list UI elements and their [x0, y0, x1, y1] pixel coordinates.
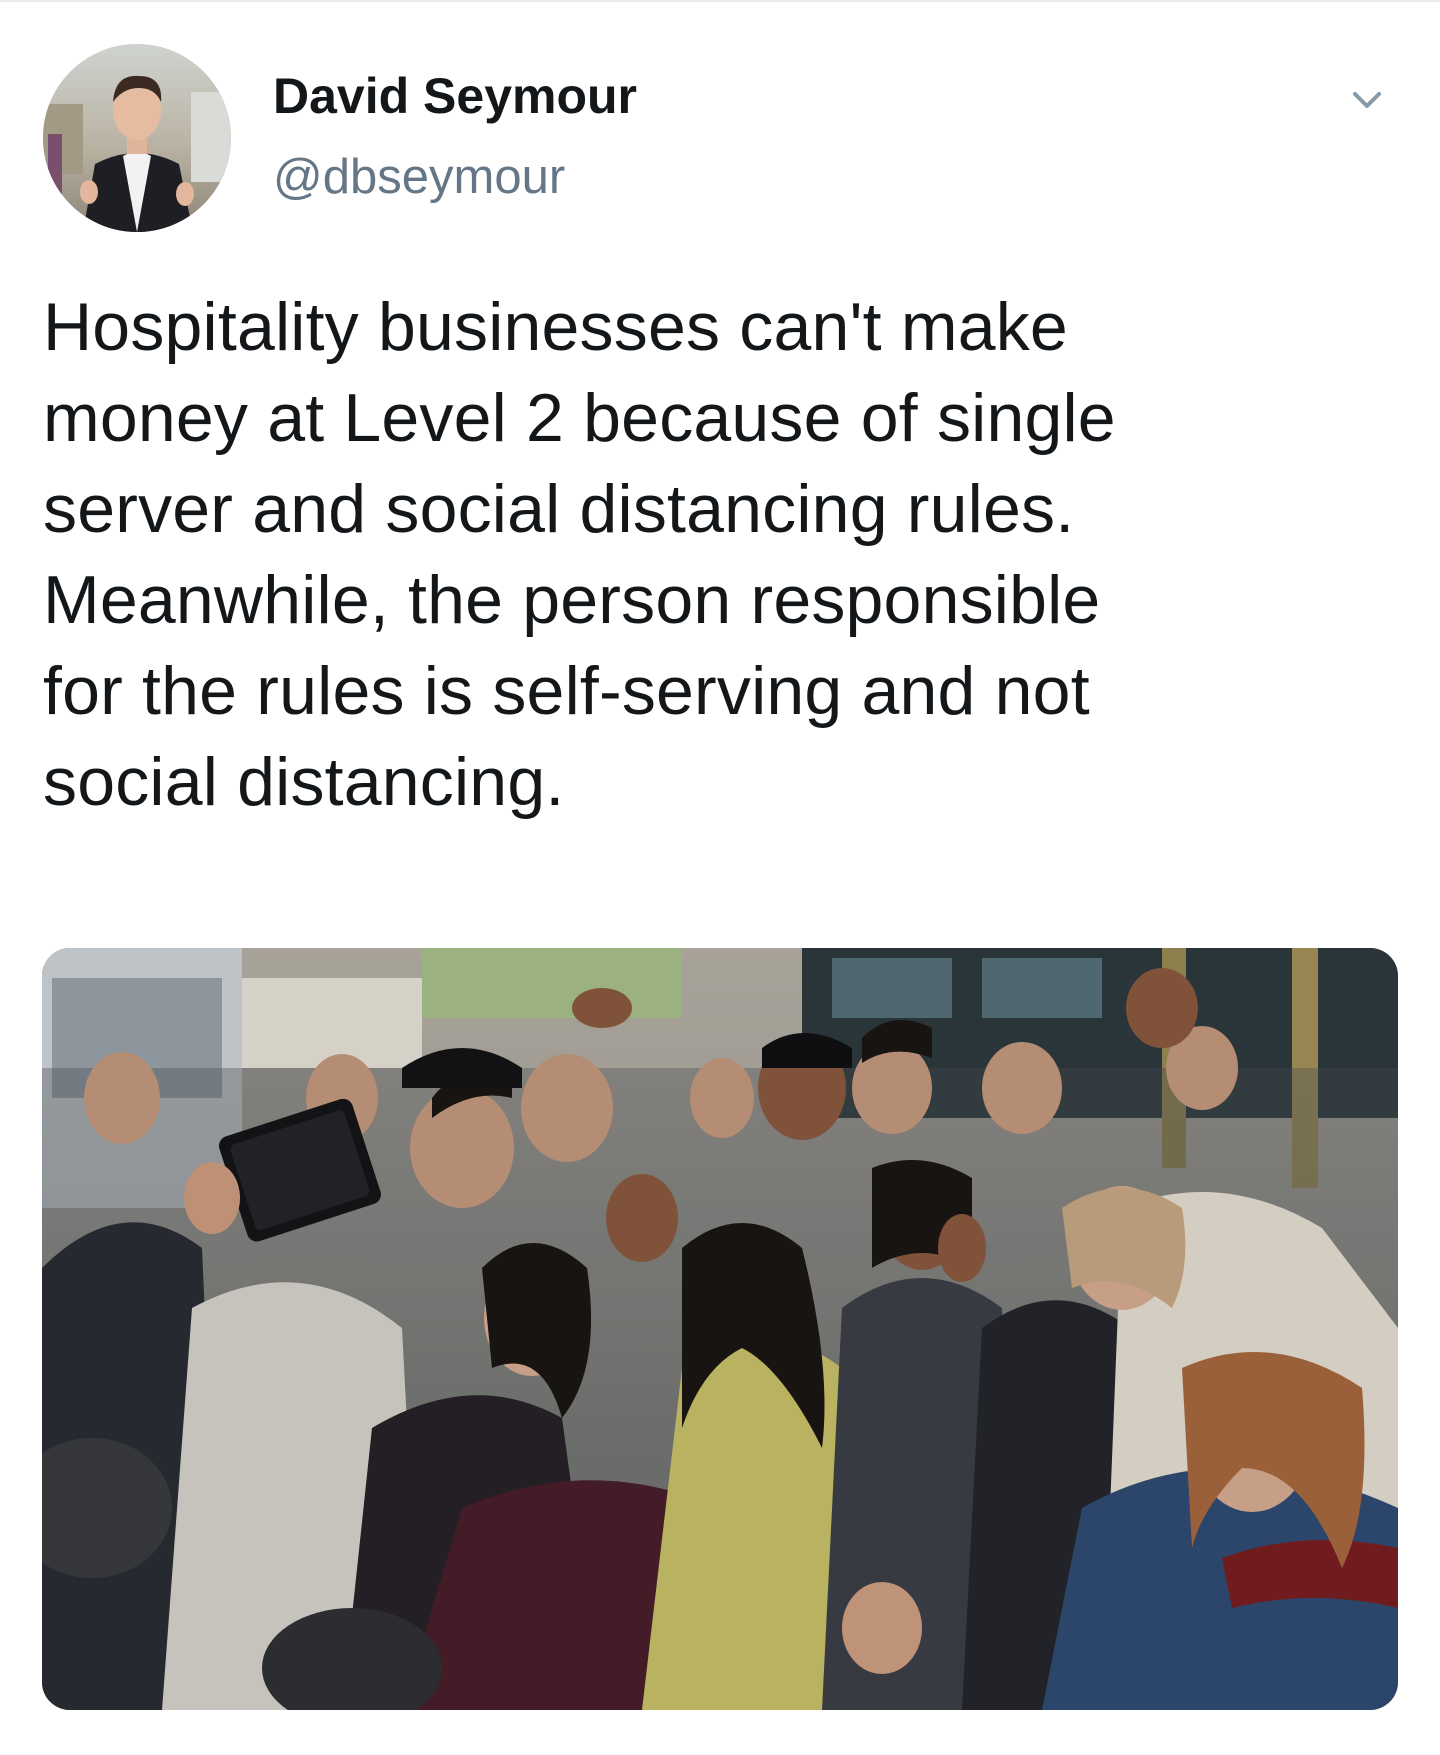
author-names: David Seymour @dbseymour — [273, 66, 637, 206]
tweet-media-photo[interactable] — [42, 948, 1398, 1710]
tweet-header: David Seymour @dbseymour — [43, 44, 1403, 234]
author-avatar[interactable] — [43, 44, 231, 232]
tweet-body-text: Hospitality businesses can't make money … — [43, 289, 1116, 820]
chevron-down-icon — [1353, 92, 1381, 108]
profile-photo-icon — [43, 44, 231, 232]
tweet-menu-button[interactable] — [1345, 78, 1389, 122]
tweet-card[interactable]: David Seymour @dbseymour Hospitality bus… — [0, 0, 1440, 1755]
author-handle[interactable]: @dbseymour — [273, 148, 637, 206]
author-display-name[interactable]: David Seymour — [273, 66, 637, 126]
crowd-selfie-photo — [42, 948, 1398, 1710]
